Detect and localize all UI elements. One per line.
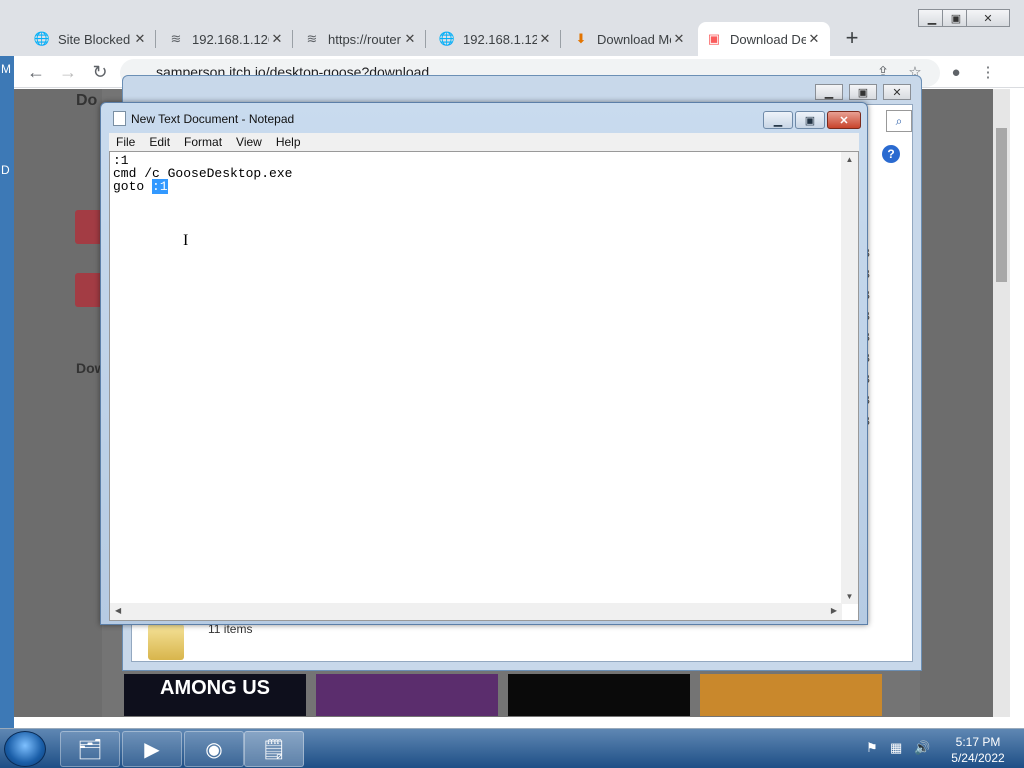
window-close-button[interactable]: ✕	[966, 9, 1010, 27]
close-icon[interactable]: ✕	[402, 31, 418, 47]
notepad-minimize-button[interactable]: ▁	[763, 111, 793, 129]
scroll-left-icon[interactable]: ◀	[115, 606, 121, 615]
page-scroll-thumb[interactable]	[996, 128, 1007, 282]
explorer-taskbar-icon[interactable]: 🗂	[60, 731, 120, 767]
start-button[interactable]	[4, 731, 46, 767]
folder-icon	[148, 624, 184, 660]
editor-text[interactable]: :1 cmd /c GooseDesktop.exe goto :1	[113, 154, 292, 194]
explorer-maximize-button[interactable]: ▣	[849, 84, 877, 100]
page-heading: Do	[76, 92, 98, 109]
scroll-right-icon[interactable]: ▶	[831, 606, 837, 615]
network-icon: ≋	[306, 31, 318, 46]
globe-icon: 🌐	[438, 31, 456, 46]
network-icon: ≋	[170, 31, 182, 46]
tab-site-blocked[interactable]: 🌐 Site Blocked ✕	[26, 22, 156, 56]
tab-router-ip[interactable]: ≋ 192.168.1.126 ✕	[160, 22, 293, 56]
chrome-taskbar-icon[interactable]: ◉	[184, 731, 244, 767]
tab-download-de[interactable]: ▣ Download De ✕	[698, 22, 830, 56]
close-icon[interactable]: ✕	[132, 31, 148, 47]
menu-bar: File Edit Format View Help	[109, 133, 859, 151]
horizontal-scrollbar[interactable]: ◀ ▶	[110, 603, 842, 620]
new-tab-button[interactable]: +	[838, 26, 866, 52]
desktop-label: M	[1, 62, 11, 76]
notepad-taskbar-icon[interactable]: 🗒	[244, 731, 304, 767]
game-thumbnail-among-us[interactable]: AMONG US	[124, 674, 306, 716]
desktop-label-2: D	[1, 163, 10, 177]
scroll-down-icon[interactable]: ▼	[841, 592, 858, 601]
profile-icon[interactable]: ●	[945, 62, 967, 84]
desktop-background	[0, 56, 14, 728]
scroll-up-icon[interactable]: ▲	[841, 155, 858, 164]
text-line-3: goto	[113, 179, 153, 194]
itch-icon: ▣	[707, 31, 721, 46]
notepad-close-button[interactable]: ✕	[827, 111, 861, 129]
window-title: New Text Document - Notepad	[131, 112, 295, 126]
menu-file[interactable]: File	[109, 135, 142, 149]
vertical-scrollbar[interactable]: ▲ ▼	[841, 152, 858, 604]
clock-date: 5/24/2022	[951, 751, 1005, 765]
volume-icon[interactable]: 🔊	[914, 740, 930, 756]
globe-icon: 🌐	[33, 31, 51, 46]
tab-download-mo[interactable]: ⬇ Download Mo ✕	[565, 22, 695, 56]
tab-router-ip-2[interactable]: 🌐 192.168.1.126 ✕	[431, 22, 561, 56]
close-icon[interactable]: ✕	[671, 31, 687, 47]
menu-help[interactable]: Help	[269, 135, 308, 149]
notepad-icon	[113, 111, 126, 126]
text-editor[interactable]: :1 cmd /c GooseDesktop.exe goto :1 I ▲ ▼…	[109, 151, 859, 621]
menu-edit[interactable]: Edit	[142, 135, 177, 149]
close-icon[interactable]: ✕	[269, 31, 285, 47]
notepad-window: New Text Document - Notepad ▁ ▣ ✕ File E…	[100, 102, 868, 625]
menu-format[interactable]: Format	[177, 135, 229, 149]
media-player-taskbar-icon[interactable]: ▶	[122, 731, 182, 767]
help-icon[interactable]: ?	[882, 145, 900, 163]
search-icon[interactable]: ⌕	[886, 110, 912, 132]
game-thumbnail-2[interactable]	[316, 674, 498, 716]
menu-dots-icon[interactable]: ⋮	[977, 62, 999, 84]
notepad-maximize-button[interactable]: ▣	[795, 111, 825, 129]
network-tray-icon[interactable]: ▦	[890, 740, 902, 756]
game-thumbnail-4[interactable]	[700, 674, 882, 716]
game-thumbnail-3[interactable]	[508, 674, 690, 716]
selected-text: :1	[152, 179, 168, 194]
forward-button[interactable]: →	[56, 60, 80, 84]
reload-button[interactable]: ↻	[88, 60, 112, 84]
download-icon: ⬇	[575, 31, 587, 46]
back-button[interactable]: ←	[24, 60, 48, 84]
clock[interactable]: 5:17 PM 5/24/2022	[936, 734, 1020, 766]
explorer-minimize-button[interactable]: ▁	[815, 84, 843, 100]
menu-view[interactable]: View	[229, 135, 269, 149]
close-icon[interactable]: ✕	[537, 31, 553, 47]
action-center-icon[interactable]: ⚑	[866, 740, 878, 756]
clock-time: 5:17 PM	[955, 735, 1001, 749]
explorer-close-button[interactable]: ✕	[883, 84, 911, 100]
tab-router-https[interactable]: ≋ https://router ✕	[296, 22, 426, 56]
text-cursor-icon: I	[183, 232, 189, 249]
close-icon[interactable]: ✕	[806, 31, 822, 47]
